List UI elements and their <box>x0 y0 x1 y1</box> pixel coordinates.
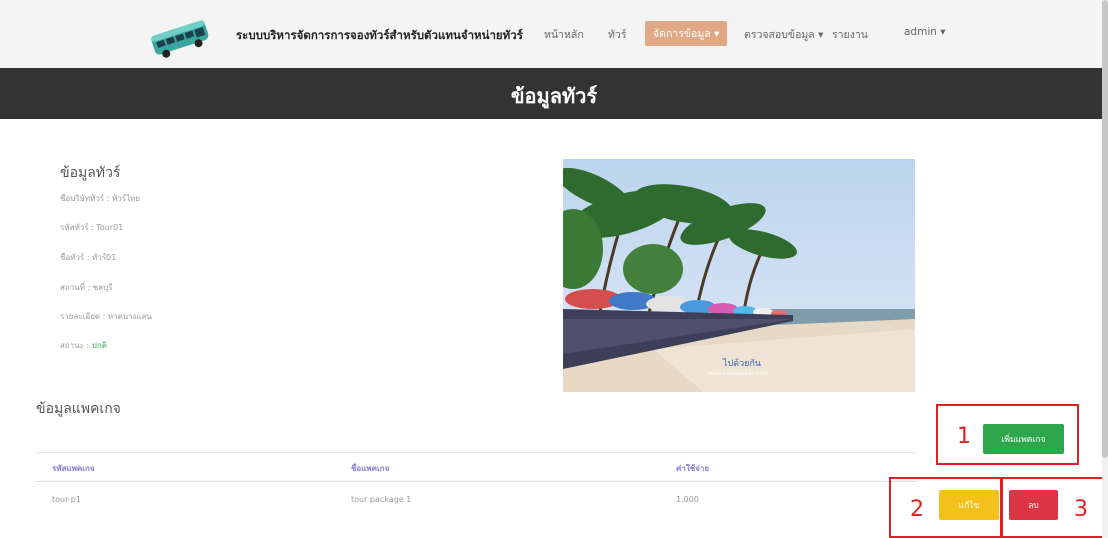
tour-detail: รายละเอียด : หาดบางแสน <box>60 312 152 321</box>
page-title: ข้อมูลทัวร์ <box>510 84 598 108</box>
nav-manage-data-dropdown[interactable]: จัดการข้อมูล ▾ <box>645 21 728 46</box>
package-price-cell: 1,000 <box>676 495 699 504</box>
tour-location: สถานที่ : ชลบุรี <box>60 283 113 292</box>
photo-watermark-url: www.paiduaykan.com <box>708 371 768 377</box>
tour-status: สถานะ : ปกติ <box>60 339 107 352</box>
annotation-box-3 <box>1001 477 1108 538</box>
nav-admin-dropdown[interactable]: admin ▾ <box>904 26 946 38</box>
annotation-number-3: 3 <box>1074 497 1088 522</box>
tour-photo: ไปด้วยกัน www.paiduaykan.com <box>563 159 915 392</box>
col-header-package-name: ชื่อแพคเกจ <box>351 464 390 473</box>
package-name-cell: tour package 1 <box>351 495 412 504</box>
nav-home[interactable]: หน้าหลัก <box>544 26 584 43</box>
photo-watermark-title: ไปด้วยกัน <box>722 358 761 369</box>
tour-status-label: สถานะ : <box>60 341 92 350</box>
tour-name: ชื่อทัวร์ : ทัวร์01 <box>60 253 117 262</box>
tour-info-heading: ข้อมูลทัวร์ <box>60 165 121 181</box>
nav-tour[interactable]: ทัวร์ <box>608 26 626 43</box>
tour-company: ชื่อบริษัททัวร์ : ทัวร์ไทย <box>60 194 141 203</box>
annotation-number-2: 2 <box>910 497 924 522</box>
col-header-package-code: รหัสแพคเกจ <box>52 464 95 473</box>
col-header-price: ค่าใช้จ่าย <box>676 464 710 473</box>
tour-code: รหัสทัวร์ : Tour01 <box>60 223 124 232</box>
scrollbar-thumb[interactable] <box>1102 0 1108 458</box>
top-navbar: ระบบบริหารจัดการการจองทัวร์สำหรับตัวแทนจ… <box>0 0 1108 69</box>
package-heading: ข้อมูลแพคเกจ <box>36 401 121 417</box>
bus-logo-icon[interactable] <box>146 14 212 60</box>
annotation-number-1: 1 <box>957 424 971 449</box>
annotation-box-2 <box>889 477 1002 538</box>
table-divider <box>36 452 916 453</box>
tour-status-value: ปกติ <box>91 341 107 350</box>
package-code-cell: tour-p1 <box>52 495 81 504</box>
table-header-divider <box>36 481 916 482</box>
nav-check-data-dropdown[interactable]: ตรวจสอบข้อมูล ▾ <box>744 26 823 43</box>
brand-title[interactable]: ระบบบริหารจัดการการจองทัวร์สำหรับตัวแทนจ… <box>236 27 523 45</box>
nav-report[interactable]: รายงาน <box>832 26 868 43</box>
title-band: ข้อมูลทัวร์ <box>0 68 1108 119</box>
